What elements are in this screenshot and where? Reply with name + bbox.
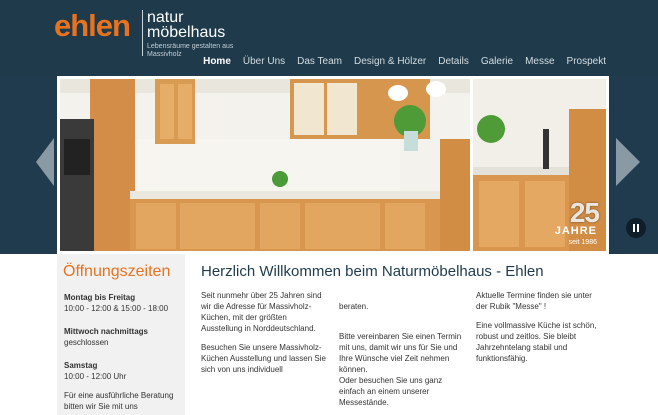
hours-head: Montag bis Freitag	[64, 293, 136, 302]
text-column-3: Aktuelle Termine finden sie unter der Ru…	[476, 290, 600, 372]
hours-note: Für eine ausführliche Beratung bitten wi…	[64, 391, 174, 411]
slider-pause-icon[interactable]	[626, 218, 646, 238]
hours-head: Mittwoch nachmittags	[64, 327, 149, 336]
logo-wordmark: ehlen	[54, 8, 131, 43]
nav-ueber-uns[interactable]: Über Uns	[237, 56, 291, 67]
page-title: Herzlich Willkommen beim Naturmöbelhaus …	[201, 263, 544, 280]
paragraph: Seit nunmehr über 25 Jahren sind wir die…	[201, 291, 322, 333]
hours-block-weekdays: Montag bis Freitag 10:00 - 12:00 & 15:00…	[64, 292, 184, 314]
hours-block-wednesday: Mittwoch nachmittags geschlossen	[64, 326, 184, 348]
anniversary-word: JAHRE	[554, 225, 597, 237]
nav-prospekt[interactable]: Prospekt	[561, 56, 612, 67]
paragraph: Aktuelle Termine finden sie unter der Ru…	[476, 291, 592, 311]
hours-block-note: Für eine ausführliche Beratung bitten wi…	[64, 390, 184, 412]
hours-head: Samstag	[64, 361, 98, 370]
nav-home[interactable]: Home	[197, 56, 237, 67]
nav-details[interactable]: Details	[432, 56, 475, 67]
nav-galerie[interactable]: Galerie	[475, 56, 519, 67]
hours-block-saturday: Samstag 10:00 - 12:00 Uhr	[64, 360, 184, 382]
paragraph: beraten.	[339, 302, 369, 311]
nav-design-hoelzer[interactable]: Design & Hölzer	[348, 56, 432, 67]
hours-text: geschlossen	[64, 338, 109, 347]
anniversary-since: seit 1986	[568, 239, 597, 246]
kitchen-photo-detail: 25 JAHRE seit 1986	[473, 79, 606, 251]
kitchen-photo-main	[60, 79, 470, 251]
paragraph: Bitte vereinbaren Sie einen Termin mit u…	[339, 332, 462, 407]
hours-text: 10:00 - 12:00 Uhr	[64, 372, 127, 381]
paragraph: Besuchen Sie unsere Massivholz-Küchen Au…	[201, 343, 326, 374]
opening-hours-title: Öffnungszeiten	[63, 263, 171, 280]
content-area: Öffnungszeiten Montag bis Freitag 10:00 …	[0, 254, 658, 415]
image-slider: 25 JAHRE seit 1986	[57, 76, 609, 254]
hours-text: 10:00 - 12:00 & 15:00 - 18:00	[64, 304, 169, 313]
slider-next-arrow-icon[interactable]	[616, 138, 640, 186]
nav-messe[interactable]: Messe	[519, 56, 560, 67]
opening-hours-sidebar: Öffnungszeiten Montag bis Freitag 10:00 …	[57, 254, 185, 415]
main-nav: Home Über Uns Das Team Design & Hölzer D…	[197, 56, 612, 67]
nav-das-team[interactable]: Das Team	[291, 56, 348, 67]
text-column-1: Seit nunmehr über 25 Jahren sind wir die…	[201, 290, 329, 383]
logo-line2: möbelhaus	[147, 24, 226, 41]
paragraph: Eine vollmassive Küche ist schön, robust…	[476, 321, 597, 363]
logo-divider	[142, 10, 143, 56]
header: ehlen natur möbelhaus Lebensräume gestal…	[0, 0, 658, 76]
text-column-2: beraten. Bitte vereinbaren Sie einen Ter…	[339, 290, 463, 415]
slider-prev-arrow-icon[interactable]	[36, 138, 54, 186]
